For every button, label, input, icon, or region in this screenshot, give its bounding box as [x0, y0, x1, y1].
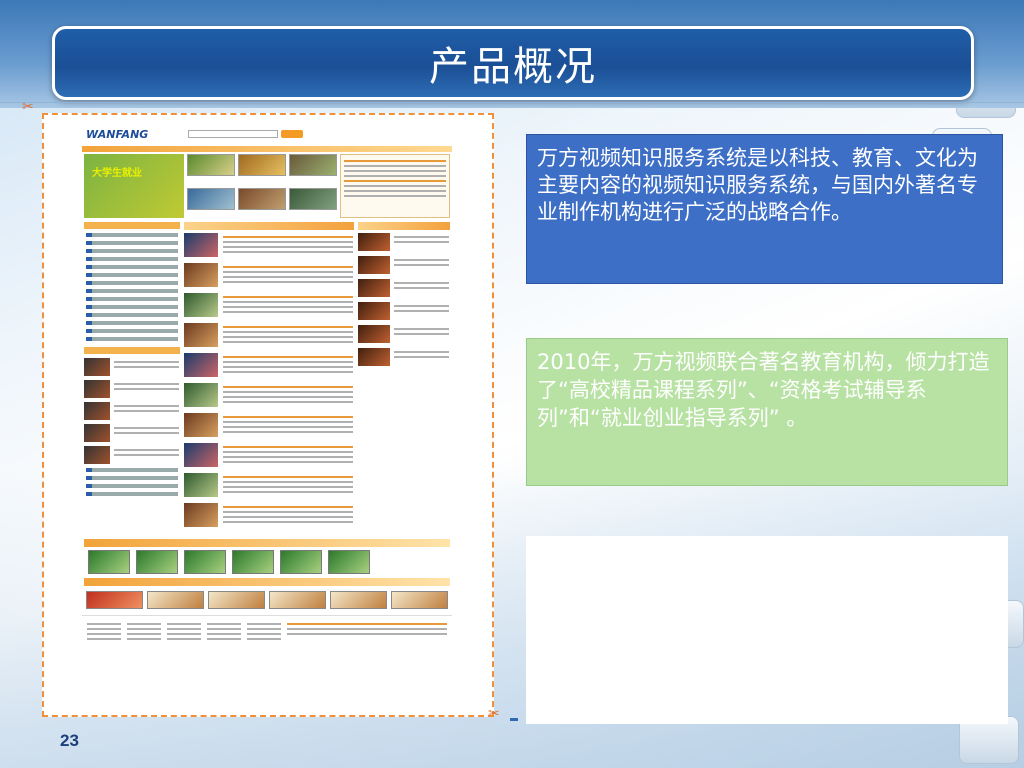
cooperation-text-box: 2010年，万方视频联合著名教育机构，倾力打造了“高校精品课程系列”、“资格考试…: [526, 338, 1008, 486]
website-gallery-band: [84, 539, 450, 547]
page-number: 23: [60, 731, 79, 750]
website-search-box: [188, 130, 279, 138]
slide-title: 产品概况: [429, 44, 597, 90]
hero-thumbnails: [187, 154, 337, 218]
blue-marker: [510, 718, 518, 721]
website-hero: 大学生就业: [82, 152, 452, 220]
wanfang-logo: WANFANG: [86, 127, 149, 141]
website-footer: [82, 615, 452, 647]
intro-text-box: 万方视频知识服务系统是以科技、教育、文化为主要内容的视频知识服务系统，与国内外著…: [526, 134, 1003, 284]
website-search-button: [281, 130, 304, 138]
cooperation-text: 2010年，万方视频联合著名教育机构，倾力打造了“高校精品课程系列”、“资格考试…: [537, 350, 990, 430]
scissor-icon: ✂: [22, 99, 34, 115]
scissor-icon: ✂: [488, 706, 500, 722]
website-rank-list: [358, 222, 450, 533]
hero-banner: 大学生就业: [84, 154, 184, 218]
website-screenshot: WANFANG 大学生就业: [82, 122, 452, 704]
website-body: [82, 220, 452, 535]
website-sidebar: [84, 222, 180, 533]
website-banner-band: [84, 578, 450, 586]
website-main-list: [184, 222, 354, 533]
website-header: WANFANG: [82, 122, 452, 146]
divider-line: [0, 102, 1024, 103]
intro-text: 万方视频知识服务系统是以科技、教育、文化为主要内容的视频知识服务系统，与国内外著…: [537, 146, 978, 224]
website-banners: [82, 589, 452, 611]
hero-banner-text: 大学生就业: [92, 168, 142, 179]
hero-news-box: [340, 154, 450, 218]
title-bar: 产品概况: [52, 26, 974, 100]
blank-panel: [526, 536, 1008, 724]
website-gallery: [82, 550, 452, 574]
